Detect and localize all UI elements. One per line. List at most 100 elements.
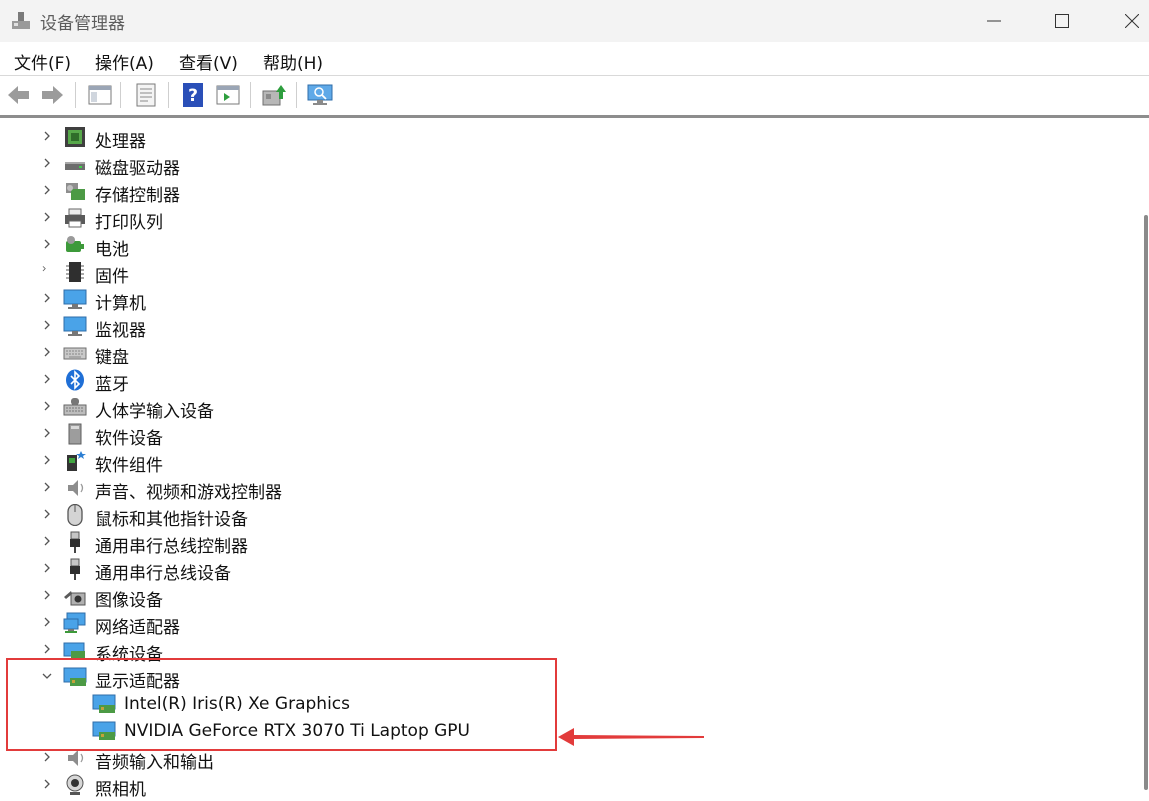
scan-hardware-changes-icon[interactable] (306, 81, 334, 109)
chevron-right-icon[interactable] (40, 345, 54, 359)
bluetooth-icon (66, 369, 84, 391)
menu-action[interactable]: 操作(A) (95, 49, 154, 74)
tree-item-label: 处理器 (95, 132, 146, 152)
tree-item-bluetooth[interactable]: 蓝牙 (0, 367, 1100, 395)
update-driver-icon[interactable] (260, 81, 288, 109)
toolbar-separator (296, 82, 297, 108)
tree-item-label: 计算机 (95, 294, 146, 314)
speaker-icon (68, 480, 84, 496)
tree-item-print-queues[interactable]: 打印队列 (0, 205, 1100, 233)
chevron-right-icon[interactable] (40, 642, 54, 656)
tree-item-cameras[interactable]: 照相机 (0, 772, 1100, 800)
disk-drive-icon (65, 162, 85, 170)
chevron-right-icon[interactable] (40, 507, 54, 521)
tree-item-network-adapters[interactable]: 网络适配器 (0, 610, 1100, 638)
close-button[interactable] (1104, 0, 1149, 42)
back-arrow-icon[interactable] (5, 81, 33, 109)
chevron-right-icon[interactable] (40, 615, 54, 629)
tree-item-sound-video-game-controllers[interactable]: 声音、视频和游戏控制器 (0, 475, 1100, 503)
tree-item-disk-drives[interactable]: 磁盘驱动器 (0, 151, 1100, 179)
chevron-right-icon[interactable] (40, 318, 54, 332)
window-title: 设备管理器 (40, 14, 125, 34)
tree-item-batteries[interactable]: 电池 (0, 232, 1100, 260)
toolbar: ? (0, 76, 1149, 118)
chevron-right-icon[interactable] (40, 372, 54, 386)
chevron-right-icon[interactable] (40, 534, 54, 548)
chevron-right-icon[interactable] (40, 210, 54, 224)
tree-item-label: 电池 (95, 240, 129, 260)
usb-icon (70, 531, 80, 553)
chevron-right-icon[interactable] (40, 588, 54, 602)
chevron-right-icon[interactable] (40, 156, 54, 170)
annotation-highlight-box (6, 658, 557, 751)
toolbar-separator (168, 82, 169, 108)
show-hide-console-tree-icon[interactable] (86, 81, 114, 109)
chevron-right-icon[interactable] (40, 183, 54, 197)
tree-item-mice[interactable]: 鼠标和其他指针设备 (0, 502, 1100, 530)
tree-item-monitors[interactable]: 监视器 (0, 313, 1100, 341)
maximize-button[interactable] (1034, 0, 1090, 42)
chevron-right-icon[interactable] (40, 264, 54, 278)
software-component-icon (67, 451, 86, 471)
tree-item-label: 蓝牙 (95, 375, 129, 395)
tree-item-firmware[interactable]: 固件 (0, 259, 1100, 287)
properties-icon[interactable] (132, 81, 160, 109)
firmware-icon (66, 262, 84, 282)
chevron-right-icon[interactable] (40, 237, 54, 251)
keyboard-icon (63, 347, 87, 360)
chevron-right-icon[interactable] (40, 750, 54, 764)
action-pane-icon[interactable] (214, 81, 242, 109)
tree-item-label: 人体学输入设备 (95, 402, 214, 422)
minimize-icon (987, 20, 1001, 22)
toolbar-separator (120, 82, 121, 108)
tree-item-label: 固件 (95, 267, 129, 287)
title-bar: 设备管理器 (0, 0, 1149, 42)
tree-item-label: 音频输入和输出 (95, 753, 214, 773)
chevron-right-icon[interactable] (40, 777, 54, 791)
chevron-right-icon[interactable] (40, 291, 54, 305)
chevron-right-icon[interactable] (40, 561, 54, 575)
scrollbar-thumb[interactable] (1144, 215, 1148, 790)
menu-help[interactable]: 帮助(H) (263, 49, 323, 74)
tree-item-hid[interactable]: 人体学输入设备 (0, 394, 1100, 422)
chevron-right-icon[interactable] (40, 480, 54, 494)
tree-item-label: 磁盘驱动器 (95, 159, 180, 179)
forward-arrow-icon[interactable] (38, 81, 66, 109)
tree-item-usb-devices[interactable]: 通用串行总线设备 (0, 556, 1100, 584)
usb-icon (70, 558, 80, 580)
chevron-right-icon[interactable] (40, 426, 54, 440)
computer-icon (63, 289, 87, 309)
tree-item-label: 软件设备 (95, 429, 163, 449)
tree-item-label: 网络适配器 (95, 618, 180, 638)
annotation-arrow (558, 728, 704, 746)
help-icon[interactable]: ? (179, 81, 207, 109)
device-manager-icon (12, 12, 30, 29)
tree-item-computer[interactable]: 计算机 (0, 286, 1100, 314)
menu-file[interactable]: 文件(F) (14, 49, 71, 74)
menu-bar: 文件(F) 操作(A) 查看(V) 帮助(H) (0, 42, 1149, 76)
network-adapter-icon (63, 612, 86, 633)
tree-item-label: 软件组件 (95, 456, 163, 476)
tree-item-label: 照相机 (95, 780, 146, 800)
minimize-button[interactable] (966, 0, 1022, 42)
tree-item-keyboards[interactable]: 键盘 (0, 340, 1100, 368)
close-icon (1125, 14, 1139, 28)
chevron-right-icon[interactable] (40, 129, 54, 143)
tree-item-label: 键盘 (95, 348, 129, 368)
battery-icon (66, 236, 84, 252)
printer-icon (65, 208, 85, 228)
tree-item-label: 监视器 (95, 321, 146, 341)
tree-item-processor[interactable]: 处理器 (0, 124, 1100, 152)
maximize-icon (1055, 14, 1069, 28)
menu-view[interactable]: 查看(V) (179, 49, 238, 74)
chevron-right-icon[interactable] (40, 399, 54, 413)
tree-item-software-devices[interactable]: 软件设备 (0, 421, 1100, 449)
tree-item-label: 通用串行总线设备 (95, 564, 231, 584)
tree-item-storage-controllers[interactable]: 存储控制器 (0, 178, 1100, 206)
hid-icon (63, 398, 87, 416)
tree-item-software-components[interactable]: 软件组件 (0, 448, 1100, 476)
chevron-right-icon[interactable] (40, 453, 54, 467)
storage-controller-icon (66, 183, 85, 200)
tree-item-usb-controllers[interactable]: 通用串行总线控制器 (0, 529, 1100, 557)
tree-item-imaging-devices[interactable]: 图像设备 (0, 583, 1100, 611)
